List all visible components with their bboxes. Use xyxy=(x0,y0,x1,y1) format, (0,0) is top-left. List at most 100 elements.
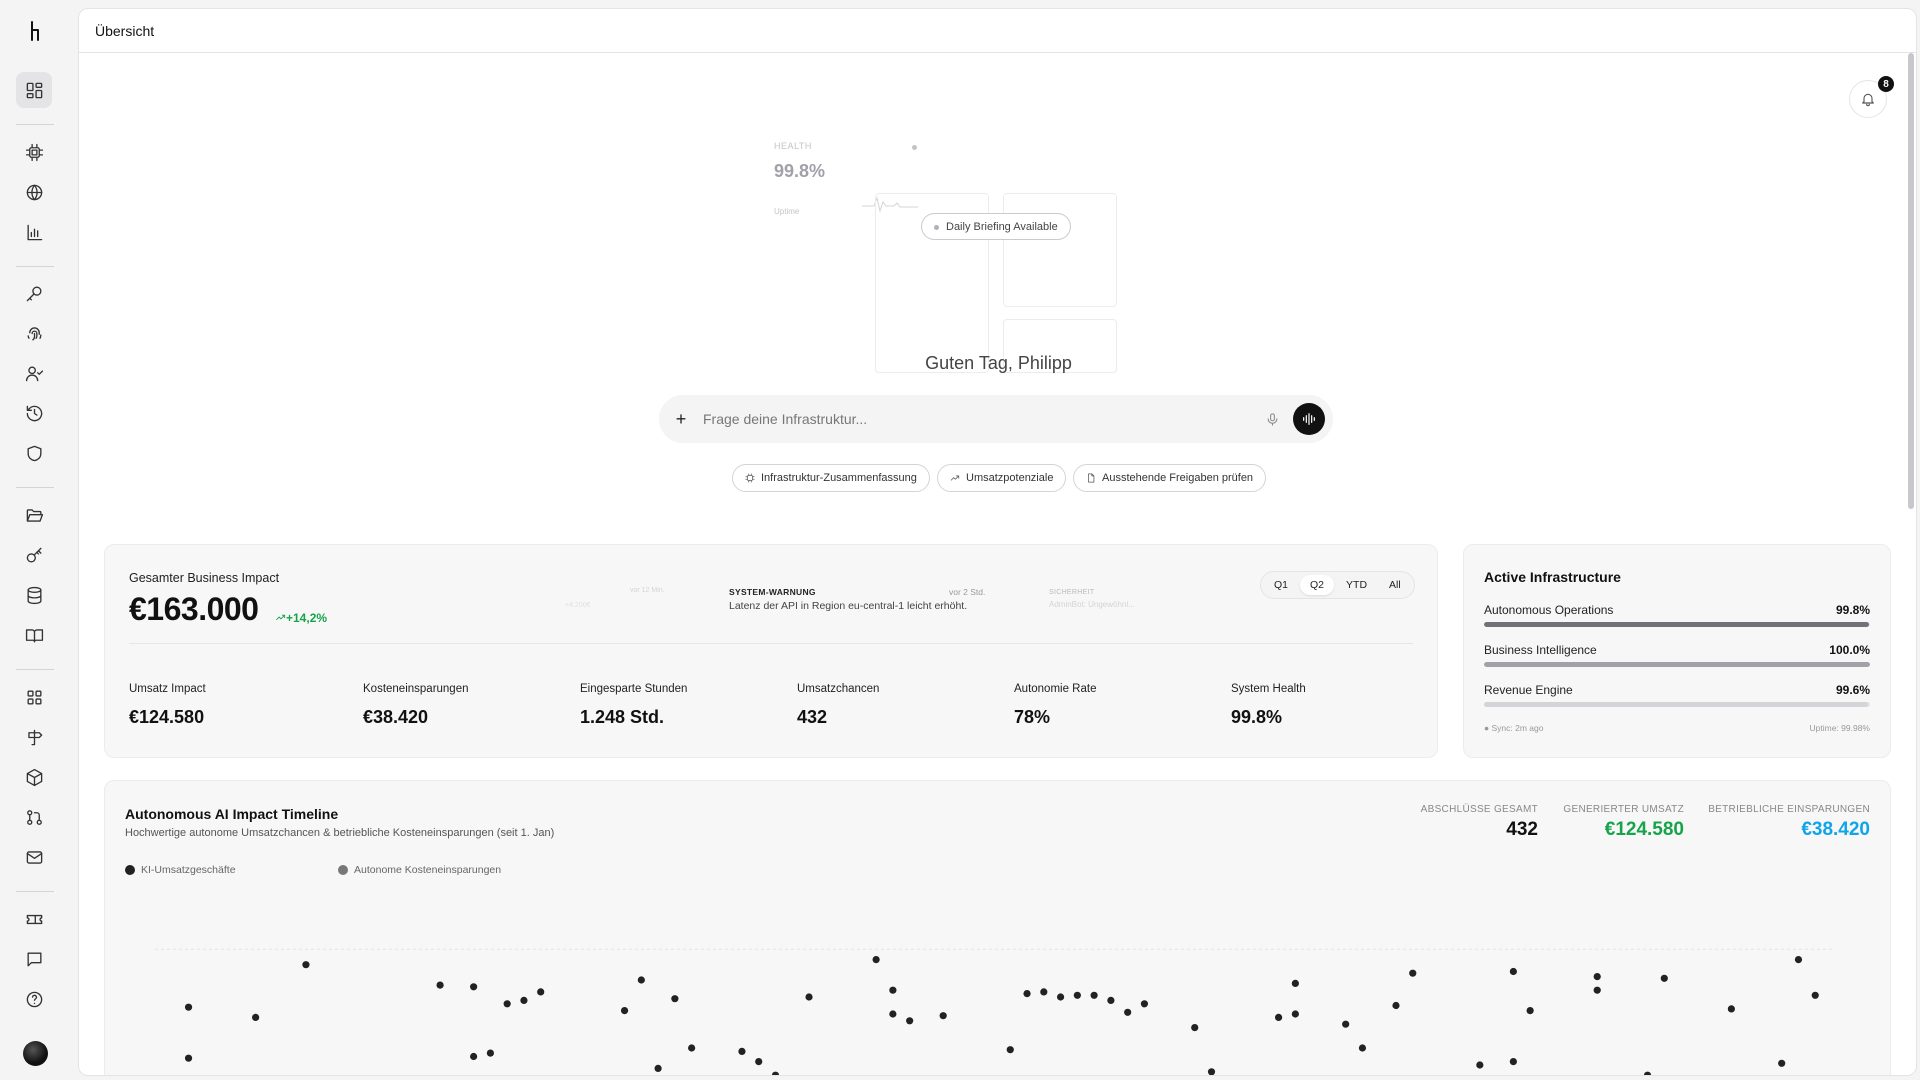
data-point[interactable] xyxy=(1056,993,1065,1001)
data-point[interactable] xyxy=(184,1054,193,1062)
data-point[interactable] xyxy=(654,1064,662,1072)
business-impact-card: Gesamter Business Impact €163.000 +14,2%… xyxy=(104,544,1438,758)
decor-panel xyxy=(1003,193,1117,307)
mail-icon[interactable] xyxy=(16,839,52,875)
chip-label: Ausstehende Freigaben prüfen xyxy=(1102,472,1254,484)
data-point[interactable] xyxy=(1073,991,1081,999)
data-point[interactable] xyxy=(470,983,478,991)
database-icon[interactable] xyxy=(16,577,52,613)
active-infrastructure-title: Active Infrastructure xyxy=(1484,569,1621,585)
chip-pending-approvals[interactable]: Ausstehende Freigaben prüfen xyxy=(1073,464,1267,492)
data-point[interactable] xyxy=(872,956,880,964)
data-point[interactable] xyxy=(470,1052,478,1061)
avatar[interactable] xyxy=(23,1041,48,1066)
data-point[interactable] xyxy=(486,1049,494,1057)
key-round-icon[interactable] xyxy=(16,537,52,573)
data-point[interactable] xyxy=(805,993,813,1001)
voice-mode-button[interactable] xyxy=(1293,403,1325,435)
data-point[interactable] xyxy=(520,996,528,1004)
data-point[interactable] xyxy=(1107,996,1115,1004)
globe-icon[interactable] xyxy=(16,174,52,210)
dashboard-icon[interactable] xyxy=(16,72,52,108)
timeline-subtitle: Hochwertige autonome Umsatzchancen & bet… xyxy=(125,827,555,839)
period-ytd[interactable]: YTD xyxy=(1336,575,1377,595)
data-point[interactable] xyxy=(1794,956,1803,964)
data-point[interactable] xyxy=(1811,991,1819,999)
plus-icon[interactable]: + xyxy=(659,409,703,430)
chip-icon[interactable] xyxy=(16,134,52,170)
signpost-icon[interactable] xyxy=(16,719,52,755)
ask-input[interactable] xyxy=(703,411,1257,427)
data-point[interactable] xyxy=(1509,1058,1517,1066)
data-point[interactable] xyxy=(1124,1008,1132,1016)
apps-grid-icon[interactable] xyxy=(16,679,52,715)
data-point[interactable] xyxy=(1191,1024,1199,1032)
data-point[interactable] xyxy=(1593,986,1601,994)
data-point[interactable] xyxy=(1409,969,1417,977)
data-point[interactable] xyxy=(1291,979,1299,987)
period-all[interactable]: All xyxy=(1379,575,1411,595)
period-q1[interactable]: Q1 xyxy=(1264,575,1298,595)
trending-up-icon xyxy=(276,614,286,621)
data-point[interactable] xyxy=(252,1013,260,1021)
package-icon[interactable] xyxy=(16,759,52,795)
data-point[interactable] xyxy=(889,986,897,994)
help-icon[interactable] xyxy=(16,981,52,1017)
folder-open-icon[interactable] xyxy=(16,497,52,533)
data-point[interactable] xyxy=(1660,974,1668,982)
data-point[interactable] xyxy=(1593,973,1601,981)
data-point[interactable] xyxy=(1006,1046,1014,1054)
data-point[interactable] xyxy=(906,1017,914,1025)
data-point[interactable] xyxy=(1392,1001,1400,1010)
period-q2[interactable]: Q2 xyxy=(1300,575,1335,595)
fingerprint-icon[interactable] xyxy=(16,315,52,351)
bar-chart-icon[interactable] xyxy=(16,214,52,250)
data-point[interactable] xyxy=(939,1012,947,1020)
data-point[interactable] xyxy=(537,988,545,996)
data-point[interactable] xyxy=(1526,1007,1534,1015)
data-point[interactable] xyxy=(1291,1010,1299,1018)
status-dot xyxy=(912,145,917,150)
stat-operational-savings: BETRIEBLICHE EINSPARUNGEN €38.420 xyxy=(1708,804,1870,840)
data-point[interactable] xyxy=(1090,991,1098,999)
microphone-icon[interactable] xyxy=(1257,412,1287,427)
data-point[interactable] xyxy=(503,1000,511,1008)
user-check-icon[interactable] xyxy=(16,355,52,391)
data-point[interactable] xyxy=(620,1007,629,1015)
data-point[interactable] xyxy=(1358,1044,1367,1052)
data-point[interactable] xyxy=(1040,988,1048,996)
data-point[interactable] xyxy=(1509,967,1517,976)
scrollbar[interactable] xyxy=(1908,53,1914,509)
data-point[interactable] xyxy=(738,1047,746,1055)
data-point[interactable] xyxy=(184,1003,193,1011)
chip-infrastructure-summary[interactable]: Infrastruktur-Zusammenfassung xyxy=(732,464,930,492)
shield-icon[interactable] xyxy=(16,435,52,471)
daily-briefing-button[interactable]: Daily Briefing Available xyxy=(921,213,1071,240)
data-point[interactable] xyxy=(1274,1013,1283,1021)
logo-icon[interactable] xyxy=(23,19,47,43)
data-point[interactable] xyxy=(436,981,444,989)
ticket-icon[interactable] xyxy=(16,901,52,937)
history-icon[interactable] xyxy=(16,395,52,431)
data-point[interactable] xyxy=(1778,1059,1786,1067)
data-point[interactable] xyxy=(755,1058,763,1066)
data-point[interactable] xyxy=(1643,1071,1652,1076)
data-point[interactable] xyxy=(1342,1020,1350,1028)
active-infrastructure-card: Active Infrastructure Autonomous Operati… xyxy=(1463,544,1891,758)
chat-icon[interactable] xyxy=(16,941,52,977)
data-point[interactable] xyxy=(1476,1061,1484,1069)
data-point[interactable] xyxy=(302,961,310,969)
data-point[interactable] xyxy=(1727,1005,1735,1013)
chip-revenue-potential[interactable]: Umsatzpotenziale xyxy=(937,464,1067,492)
data-point[interactable] xyxy=(1207,1068,1216,1075)
book-icon[interactable] xyxy=(16,617,52,653)
data-point[interactable] xyxy=(1023,990,1031,998)
data-point[interactable] xyxy=(671,995,679,1003)
data-point[interactable] xyxy=(1140,1000,1149,1008)
key-icon[interactable] xyxy=(16,275,52,311)
data-point[interactable] xyxy=(771,1071,780,1076)
data-point[interactable] xyxy=(889,1010,897,1018)
data-point[interactable] xyxy=(688,1044,696,1052)
git-pull-request-icon[interactable] xyxy=(16,799,52,835)
data-point[interactable] xyxy=(637,976,645,984)
